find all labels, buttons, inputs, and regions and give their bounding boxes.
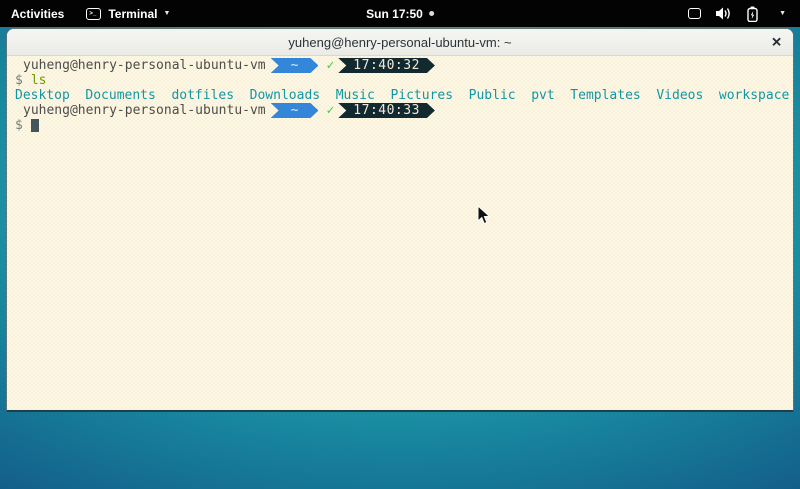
terminal-cursor <box>31 119 39 132</box>
prompt-user: yuheng@henry-personal-ubuntu-vm <box>15 103 266 118</box>
clock-button[interactable]: Sun 17:50 <box>366 0 434 27</box>
app-menu[interactable]: >_ Terminal ▼ <box>75 0 181 27</box>
window-title: yuheng@henry-personal-ubuntu-vm: ~ <box>288 35 511 50</box>
prompt-user: yuheng@henry-personal-ubuntu-vm <box>15 58 266 73</box>
prompt-line-2: yuheng@henry-personal-ubuntu-vm ~ ✓ 17:4… <box>15 103 793 118</box>
cwd-label: ~ <box>291 58 299 73</box>
top-bar: Activities >_ Terminal ▼ Sun 17:50 ▼ <box>0 0 800 27</box>
ls-output-line: Desktop Documents dotfiles Downloads Mus… <box>15 88 793 103</box>
command-text: ls <box>31 73 47 88</box>
cwd-segment: ~ <box>271 58 319 73</box>
directory-name: Documents <box>85 88 155 103</box>
directory-name: Templates <box>570 88 640 103</box>
prompt-symbol: $ <box>15 118 23 133</box>
command-line-2[interactable]: $ <box>15 118 793 133</box>
activities-button[interactable]: Activities <box>0 0 75 27</box>
chevron-down-icon: ▼ <box>163 10 170 17</box>
directory-name: Desktop <box>15 88 70 103</box>
directory-name: Pictures <box>390 88 453 103</box>
clock-label: Sun 17:50 <box>366 7 423 21</box>
notification-dot-icon <box>429 11 434 16</box>
time-segment: 17:40:32 <box>338 58 435 73</box>
cwd-label: ~ <box>291 103 299 118</box>
time-segment: 17:40:33 <box>338 103 435 118</box>
directory-name: Downloads <box>250 88 320 103</box>
close-icon[interactable]: ✕ <box>771 36 782 49</box>
volume-icon <box>716 7 732 20</box>
directory-name: dotfiles <box>171 88 234 103</box>
cwd-segment: ~ <box>271 103 319 118</box>
status-check-icon: ✓ <box>326 58 334 73</box>
command-line-1: $ ls <box>15 73 793 88</box>
screen-icon <box>688 8 701 19</box>
terminal-icon: >_ <box>86 8 101 20</box>
terminal-icon-glyph: >_ <box>89 11 96 17</box>
directory-name: Music <box>336 88 375 103</box>
app-menu-label: Terminal <box>108 7 157 21</box>
tray-chevron-down-icon: ▼ <box>779 10 786 17</box>
directory-name: Public <box>469 88 516 103</box>
directory-name: Videos <box>656 88 703 103</box>
directory-name: pvt <box>531 88 554 103</box>
system-tray[interactable]: ▼ <box>688 0 800 27</box>
battery-charging-icon <box>747 6 758 22</box>
terminal-window: yuheng@henry-personal-ubuntu-vm: ~ ✕ yuh… <box>6 28 794 412</box>
prompt-line-1: yuheng@henry-personal-ubuntu-vm ~ ✓ 17:4… <box>15 58 793 73</box>
mouse-pointer-icon <box>477 205 491 225</box>
window-titlebar[interactable]: yuheng@henry-personal-ubuntu-vm: ~ ✕ <box>7 29 793 56</box>
prompt-symbol: $ <box>15 73 23 88</box>
time-label: 17:40:32 <box>353 58 420 73</box>
time-label: 17:40:33 <box>353 103 420 118</box>
terminal-content[interactable]: yuheng@henry-personal-ubuntu-vm ~ ✓ 17:4… <box>7 56 793 409</box>
directory-name: workspace <box>719 88 789 103</box>
status-check-icon: ✓ <box>326 103 334 118</box>
